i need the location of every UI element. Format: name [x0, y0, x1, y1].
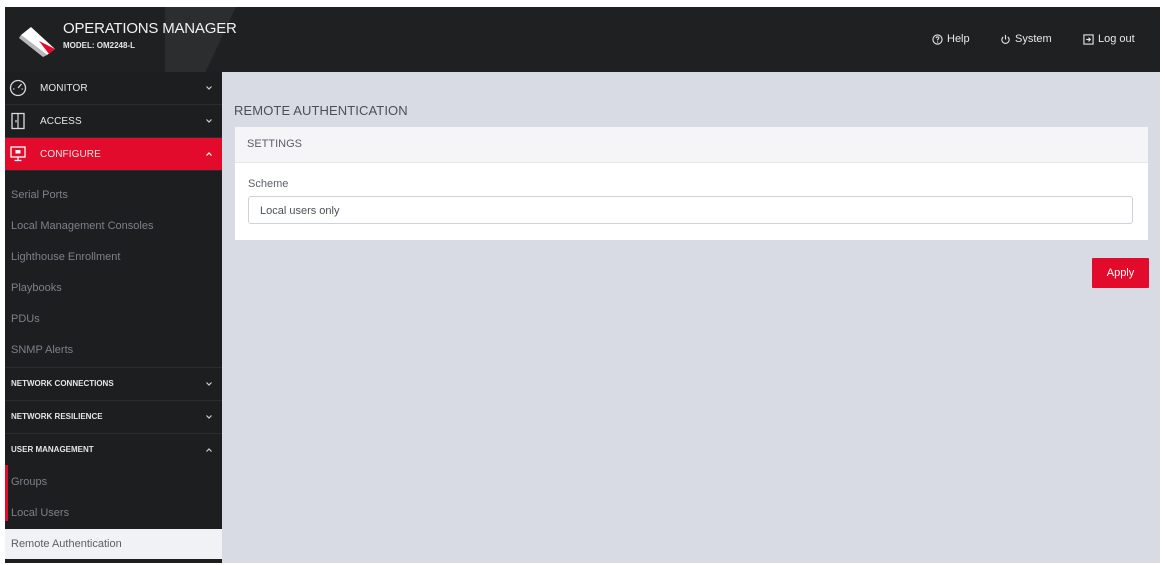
- sidebar-item-serial-ports[interactable]: Serial Ports: [5, 180, 222, 210]
- sidebar-item-label: ACCESS: [40, 115, 82, 127]
- sidebar-item-monitor[interactable]: MONITOR: [5, 72, 222, 105]
- chevron-down-icon: [206, 86, 212, 90]
- brand-logo-icon: [19, 27, 55, 57]
- scheme-label: Scheme: [248, 178, 289, 190]
- logout-link[interactable]: Log out: [1083, 33, 1135, 45]
- help-link[interactable]: Help: [932, 33, 970, 45]
- power-icon: [1001, 34, 1010, 44]
- scheme-select-value: Local users only: [260, 205, 340, 217]
- monitor-icon: [10, 146, 26, 162]
- chevron-down-icon: [206, 119, 212, 123]
- door-icon: [11, 112, 25, 130]
- help-label: Help: [947, 33, 970, 45]
- chevron-down-icon: [206, 381, 212, 386]
- sidebar-item-label: Local Management Consoles: [11, 220, 154, 232]
- brand-title: OPERATIONS MANAGER: [63, 20, 237, 37]
- sidebar-section-network-resilience[interactable]: NETWORK RESILIENCE: [5, 400, 222, 432]
- header-decoration: [165, 7, 275, 72]
- sidebar-item-label: Groups: [11, 476, 48, 488]
- sidebar-item-playbooks[interactable]: Playbooks: [5, 273, 222, 303]
- card-header: SETTINGS: [235, 127, 1148, 163]
- sidebar-item-label: Playbooks: [11, 282, 62, 294]
- settings-card: SETTINGS Scheme Local users only: [235, 127, 1148, 240]
- sidebar-item-local-users[interactable]: Local Users: [5, 498, 222, 528]
- card-title: SETTINGS: [247, 138, 303, 150]
- chevron-up-icon: [206, 152, 212, 156]
- scheme-select[interactable]: Local users only: [248, 196, 1133, 224]
- sidebar-item-lighthouse-enrollment[interactable]: Lighthouse Enrollment: [5, 242, 222, 272]
- sidebar-item-access[interactable]: ACCESS: [5, 105, 222, 138]
- sidebar-item-label: Local Users: [11, 507, 70, 519]
- sidebar-item-snmp-alerts[interactable]: SNMP Alerts: [5, 335, 222, 365]
- brand-model: MODEL: OM2248-L: [63, 41, 136, 50]
- app-window: OPERATIONS MANAGER MODEL: OM2248-L Help …: [5, 7, 1160, 563]
- system-label: System: [1015, 33, 1052, 45]
- sidebar-item-label: MONITOR: [40, 82, 88, 94]
- sidebar-section-label: USER MANAGEMENT: [11, 445, 94, 454]
- help-icon: [932, 33, 943, 45]
- sidebar-item-groups[interactable]: Groups: [5, 467, 222, 497]
- sidebar-section-user-management[interactable]: USER MANAGEMENT: [5, 433, 222, 465]
- sidebar-item-label: Lighthouse Enrollment: [11, 251, 121, 263]
- logout-label: Log out: [1098, 33, 1135, 45]
- sidebar-item-pdus[interactable]: PDUs: [5, 304, 222, 334]
- sidebar-item-configure[interactable]: CONFIGURE: [5, 138, 222, 171]
- sidebar-item-label: PDUs: [11, 313, 40, 325]
- sidebar-section-label: NETWORK RESILIENCE: [11, 412, 103, 421]
- speedometer-icon: [9, 79, 27, 97]
- apply-button[interactable]: Apply: [1092, 258, 1149, 288]
- sidebar-item-remote-authentication[interactable]: Remote Authentication: [5, 529, 222, 559]
- sidebar-section-network-connections[interactable]: NETWORK CONNECTIONS: [5, 367, 222, 399]
- top-header: OPERATIONS MANAGER MODEL: OM2248-L Help …: [5, 7, 1160, 72]
- logout-icon: [1083, 33, 1094, 45]
- system-link[interactable]: System: [1000, 33, 1052, 45]
- sidebar-item-label: SNMP Alerts: [11, 344, 74, 356]
- chevron-up-icon: [206, 447, 212, 452]
- sidebar-item-label: Remote Authentication: [11, 538, 122, 550]
- page-title: REMOTE AUTHENTICATION: [234, 103, 408, 118]
- sidebar: MONITOR ACCESS CONFIGURE Serial Ports Lo…: [5, 72, 222, 563]
- chevron-down-icon: [206, 414, 212, 419]
- sidebar-section-label: NETWORK CONNECTIONS: [11, 379, 114, 388]
- sidebar-item-local-management-consoles[interactable]: Local Management Consoles: [5, 211, 222, 241]
- sidebar-item-label: Serial Ports: [11, 189, 68, 201]
- sidebar-item-label: CONFIGURE: [40, 148, 101, 160]
